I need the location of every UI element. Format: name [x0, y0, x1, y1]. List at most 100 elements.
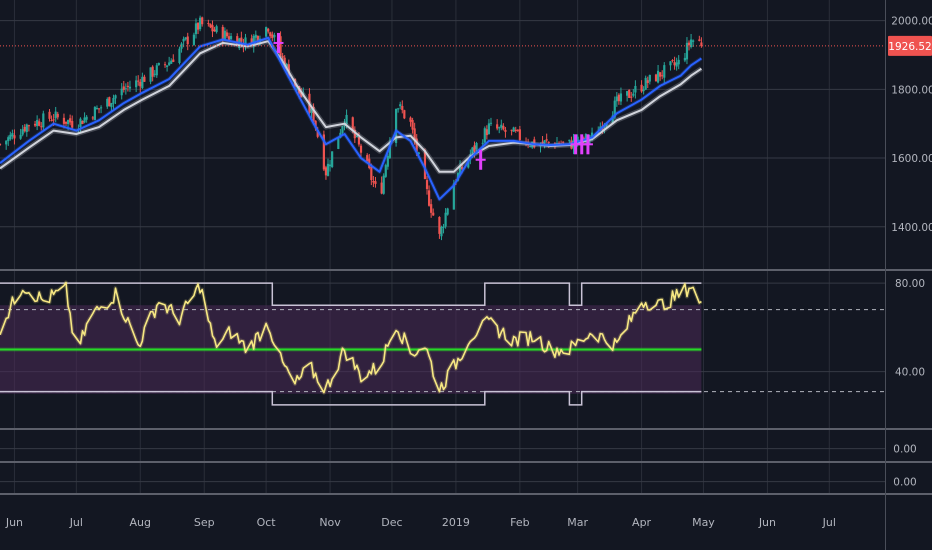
candle-body [409, 117, 412, 122]
candle-body [374, 181, 377, 184]
candle-body [328, 164, 332, 167]
candle-body [124, 88, 127, 90]
time-axis-tick-label: Aug [130, 516, 151, 529]
candle-body [52, 119, 55, 121]
candle-body [399, 104, 402, 107]
candle-body [427, 190, 431, 206]
candle-body [97, 108, 101, 110]
candle-body [370, 167, 373, 181]
candle-body [106, 98, 109, 107]
candle-body [644, 77, 647, 90]
candle-body [514, 129, 517, 132]
candle-body [64, 121, 68, 124]
time-axis-tick-label: 2019 [442, 516, 470, 529]
candle-body [671, 60, 674, 62]
candle-body [331, 151, 334, 167]
candle-body [440, 226, 443, 237]
candle-body [201, 17, 204, 25]
candle-body [516, 129, 519, 131]
oscillator-axis-tick-label: 40.00 [895, 367, 925, 379]
candle-body [617, 94, 620, 102]
candle-body [547, 141, 550, 143]
candle-body [446, 208, 449, 215]
candle-body [240, 37, 243, 42]
candle-body [99, 107, 103, 109]
candle-body [411, 120, 414, 130]
candle-body [265, 27, 268, 37]
candle-body [483, 128, 486, 143]
candle-body [71, 121, 74, 128]
candle-body [632, 93, 635, 96]
time-axis-tick-label: Sep [194, 516, 215, 529]
time-axis-tick-label: Jun [5, 516, 23, 529]
sub-pane-2-axis-label: 0.00 [893, 477, 916, 489]
candle-body [502, 125, 505, 130]
candle-body [196, 22, 200, 30]
candle-body [33, 123, 37, 126]
time-axis-tick-label: May [692, 516, 715, 529]
candle-body [619, 93, 623, 102]
candle-body [500, 124, 503, 128]
candle-body [425, 180, 429, 189]
candle-body [510, 129, 513, 131]
candle-body [685, 42, 689, 60]
candle-body [545, 139, 548, 141]
candle-body [128, 86, 132, 89]
candle-body [271, 34, 274, 39]
time-axis-tick-label: Feb [510, 516, 529, 529]
candle-body [54, 111, 57, 119]
candle-body [269, 32, 272, 36]
candle-body [178, 48, 181, 63]
candle-body [50, 120, 53, 122]
oscillator-axis-tick-label: 80.00 [895, 278, 925, 290]
candle-body [401, 105, 404, 111]
candle-body [149, 67, 152, 82]
last-price-label: 1926.52 [888, 41, 931, 53]
candle-body [56, 113, 59, 118]
candle-body [438, 217, 441, 234]
candle-body [485, 129, 488, 136]
candle-body [254, 34, 257, 38]
candle-body [141, 76, 144, 88]
candle-body [38, 121, 41, 126]
candle-body [397, 108, 400, 110]
candle-body [324, 167, 328, 176]
candle-body [341, 126, 344, 133]
candle-body [7, 137, 10, 142]
candle-body [384, 165, 387, 177]
candle-body [372, 181, 375, 183]
candle-body [504, 129, 507, 132]
candle-body [151, 66, 154, 77]
candle-body [114, 95, 117, 99]
candle-body [95, 107, 99, 110]
candle-body [475, 143, 478, 150]
candle-body [634, 85, 637, 93]
candle-body [663, 65, 666, 78]
candle-body [430, 204, 433, 213]
price-axis-tick-label: 1600.00 [891, 153, 932, 165]
candle-body [48, 111, 51, 119]
candle-body [153, 73, 156, 75]
candle-body [207, 23, 210, 25]
candle-body [225, 32, 229, 37]
candle-body [155, 65, 158, 76]
candle-body [209, 23, 212, 28]
candle-body [91, 117, 94, 119]
candle-body [444, 212, 447, 227]
candle-body [512, 127, 515, 132]
candle-body [669, 61, 672, 66]
candle-body [25, 124, 28, 132]
candle-body [122, 86, 125, 90]
candle-body [120, 88, 123, 96]
candle-body [110, 103, 113, 108]
candle-body [498, 127, 501, 129]
candle-body [403, 110, 406, 119]
time-axis-tick-label: Jul [69, 516, 83, 529]
candle-body [543, 140, 546, 143]
candle-body [267, 28, 270, 32]
candle-body [673, 62, 676, 66]
candle-body [62, 117, 66, 124]
candle-body [628, 89, 631, 98]
chart[interactable]: 2000.00 1800.00 1600.00 1400.00 1926.52 80.00… [0, 0, 932, 550]
candle-body [656, 70, 660, 83]
